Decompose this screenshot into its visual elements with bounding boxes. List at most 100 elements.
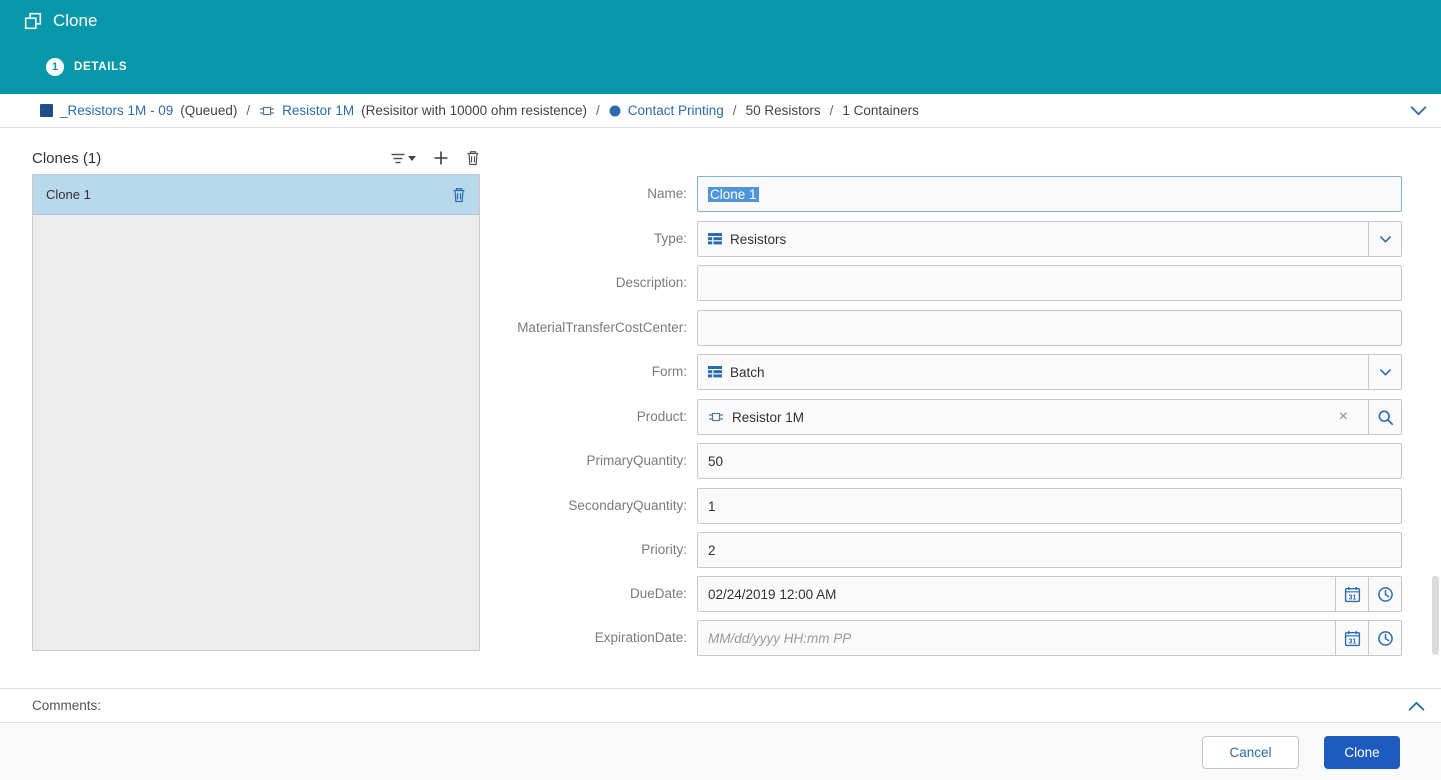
primary-quantity-value: 50 — [708, 454, 723, 469]
svg-text:31: 31 — [1348, 594, 1356, 601]
form-row-material-transfer-cost-center: MaterialTransferCostCenter: — [0, 310, 1402, 346]
cancel-button[interactable]: Cancel — [1202, 736, 1299, 769]
breadcrumb-separator: / — [246, 103, 250, 118]
name-value: Clone 1 — [708, 187, 759, 202]
form-dropdown[interactable]: Batch — [697, 354, 1402, 390]
form-row-description: Description: — [0, 265, 1402, 301]
form-row-form: Form: Batch — [0, 354, 1402, 390]
due-date-label: DueDate: — [0, 576, 697, 612]
filter-clones-button[interactable] — [391, 152, 416, 165]
svg-text:31: 31 — [1348, 638, 1356, 645]
form-row-product: Product: Resistor 1M × — [0, 399, 1402, 435]
due-date-value: 02/24/2019 12:00 AM — [708, 587, 836, 602]
clones-toolbar — [391, 150, 480, 166]
expiration-date-placeholder: MM/dd/yyyy HH:mm PP — [708, 631, 851, 646]
breadcrumb-separator: / — [733, 103, 737, 118]
breadcrumb-collapse-chevron-down-icon[interactable] — [1410, 105, 1427, 117]
material-transfer-cost-center-label: MaterialTransferCostCenter: — [0, 310, 697, 346]
delete-clones-button[interactable] — [466, 150, 480, 166]
breadcrumb-quantity-text: 50 Resistors — [746, 103, 821, 118]
expiration-date-time-button[interactable] — [1368, 621, 1401, 655]
primary-quantity-label: PrimaryQuantity: — [0, 443, 697, 479]
breadcrumb-batch[interactable]: _Resistors 1M - 09 (Queued) — [40, 103, 237, 118]
form-row-type: Type: Resistors — [0, 221, 1402, 257]
table-icon — [708, 366, 722, 379]
clones-panel-title: Clones (1) — [32, 150, 101, 167]
chevron-down-icon — [1380, 236, 1391, 243]
breadcrumb-batch-link[interactable]: _Resistors 1M - 09 — [60, 103, 173, 118]
batch-square-icon — [40, 104, 53, 117]
breadcrumb-separator: / — [830, 103, 834, 118]
breadcrumb-product-link[interactable]: Resistor 1M — [282, 103, 354, 118]
due-date-calendar-button[interactable]: 31 — [1335, 577, 1368, 611]
form-row-name: Name: Clone 1 — [0, 176, 1402, 212]
form-value: Batch — [730, 365, 765, 380]
chevron-down-icon — [1380, 369, 1391, 376]
breadcrumb-product[interactable]: Resistor 1M (Resisitor with 10000 ohm re… — [259, 103, 587, 118]
priority-value: 2 — [708, 543, 716, 558]
secondary-quantity-value: 1 — [708, 499, 716, 514]
operation-circle-icon — [609, 105, 621, 117]
filter-caret-icon — [408, 156, 416, 161]
wizard-steps: 1 DETAILS — [46, 58, 127, 76]
product-icon — [708, 410, 724, 424]
clear-product-icon[interactable]: × — [1329, 409, 1358, 425]
trash-icon — [466, 150, 480, 166]
type-dropdown-button[interactable] — [1368, 222, 1401, 256]
type-label: Type: — [0, 221, 697, 257]
form-dropdown-button[interactable] — [1368, 355, 1401, 389]
clock-icon — [1377, 586, 1394, 603]
material-transfer-cost-center-input[interactable] — [697, 310, 1402, 346]
expiration-date-input[interactable]: MM/dd/yyyy HH:mm PP 31 — [697, 620, 1402, 656]
form-row-due-date: DueDate: 02/24/2019 12:00 AM 31 — [0, 576, 1402, 612]
priority-label: Priority: — [0, 532, 697, 568]
clone-button[interactable]: Clone — [1324, 736, 1400, 769]
expiration-date-label: ExpirationDate: — [0, 620, 697, 656]
primary-quantity-input[interactable]: 50 — [697, 443, 1402, 479]
table-icon — [708, 233, 722, 246]
step-1-badge: 1 — [46, 58, 64, 76]
product-label: Product: — [0, 399, 697, 435]
description-input[interactable] — [697, 265, 1402, 301]
type-value: Resistors — [730, 232, 786, 247]
comments-section[interactable]: Comments: — [0, 688, 1441, 723]
clone-dialog: Clone 1 DETAILS _Resistors 1M - 09 (Queu… — [0, 0, 1441, 780]
due-date-time-button[interactable] — [1368, 577, 1401, 611]
secondary-quantity-input[interactable]: 1 — [697, 488, 1402, 524]
breadcrumb-containers: 1 Containers — [842, 103, 919, 118]
name-label: Name: — [0, 176, 697, 212]
product-icon — [259, 104, 275, 118]
comments-collapse-chevron-up-icon[interactable] — [1408, 700, 1425, 712]
step-1-label[interactable]: DETAILS — [74, 61, 127, 73]
calendar-icon: 31 — [1344, 586, 1361, 603]
name-input[interactable]: Clone 1 — [697, 176, 1402, 212]
clones-panel-header: Clones (1) — [32, 146, 480, 170]
dialog-title: Clone — [53, 11, 97, 31]
description-label: Description: — [0, 265, 697, 301]
clone-copy-icon — [24, 12, 42, 30]
breadcrumb-separator: / — [596, 103, 600, 118]
form-row-expiration-date: ExpirationDate: MM/dd/yyyy HH:mm PP 31 — [0, 620, 1402, 656]
plus-icon — [433, 150, 449, 166]
form-row-priority: Priority: 2 — [0, 532, 1402, 568]
breadcrumb-containers-text: 1 Containers — [842, 103, 919, 118]
breadcrumb-product-desc: (Resisitor with 10000 ohm resistence) — [361, 103, 587, 118]
breadcrumb-quantity: 50 Resistors — [746, 103, 821, 118]
comments-label: Comments: — [32, 698, 101, 713]
form-scrollbar-thumb[interactable] — [1432, 576, 1439, 655]
product-search-button[interactable] — [1368, 400, 1401, 434]
product-lookup-input[interactable]: Resistor 1M × — [697, 399, 1402, 435]
expiration-date-calendar-button[interactable]: 31 — [1335, 621, 1368, 655]
clock-icon — [1377, 630, 1394, 647]
priority-input[interactable]: 2 — [697, 532, 1402, 568]
dialog-footer: Cancel Clone — [0, 724, 1441, 780]
type-dropdown[interactable]: Resistors — [697, 221, 1402, 257]
add-clone-button[interactable] — [433, 150, 449, 166]
due-date-input[interactable]: 02/24/2019 12:00 AM 31 — [697, 576, 1402, 612]
form-row-primary-quantity: PrimaryQuantity: 50 — [0, 443, 1402, 479]
form-row-secondary-quantity: SecondaryQuantity: 1 — [0, 488, 1402, 524]
breadcrumb-operation-link[interactable]: Contact Printing — [628, 103, 724, 118]
calendar-icon: 31 — [1344, 630, 1361, 647]
form-label: Form: — [0, 354, 697, 390]
breadcrumb-operation[interactable]: Contact Printing — [609, 103, 724, 118]
